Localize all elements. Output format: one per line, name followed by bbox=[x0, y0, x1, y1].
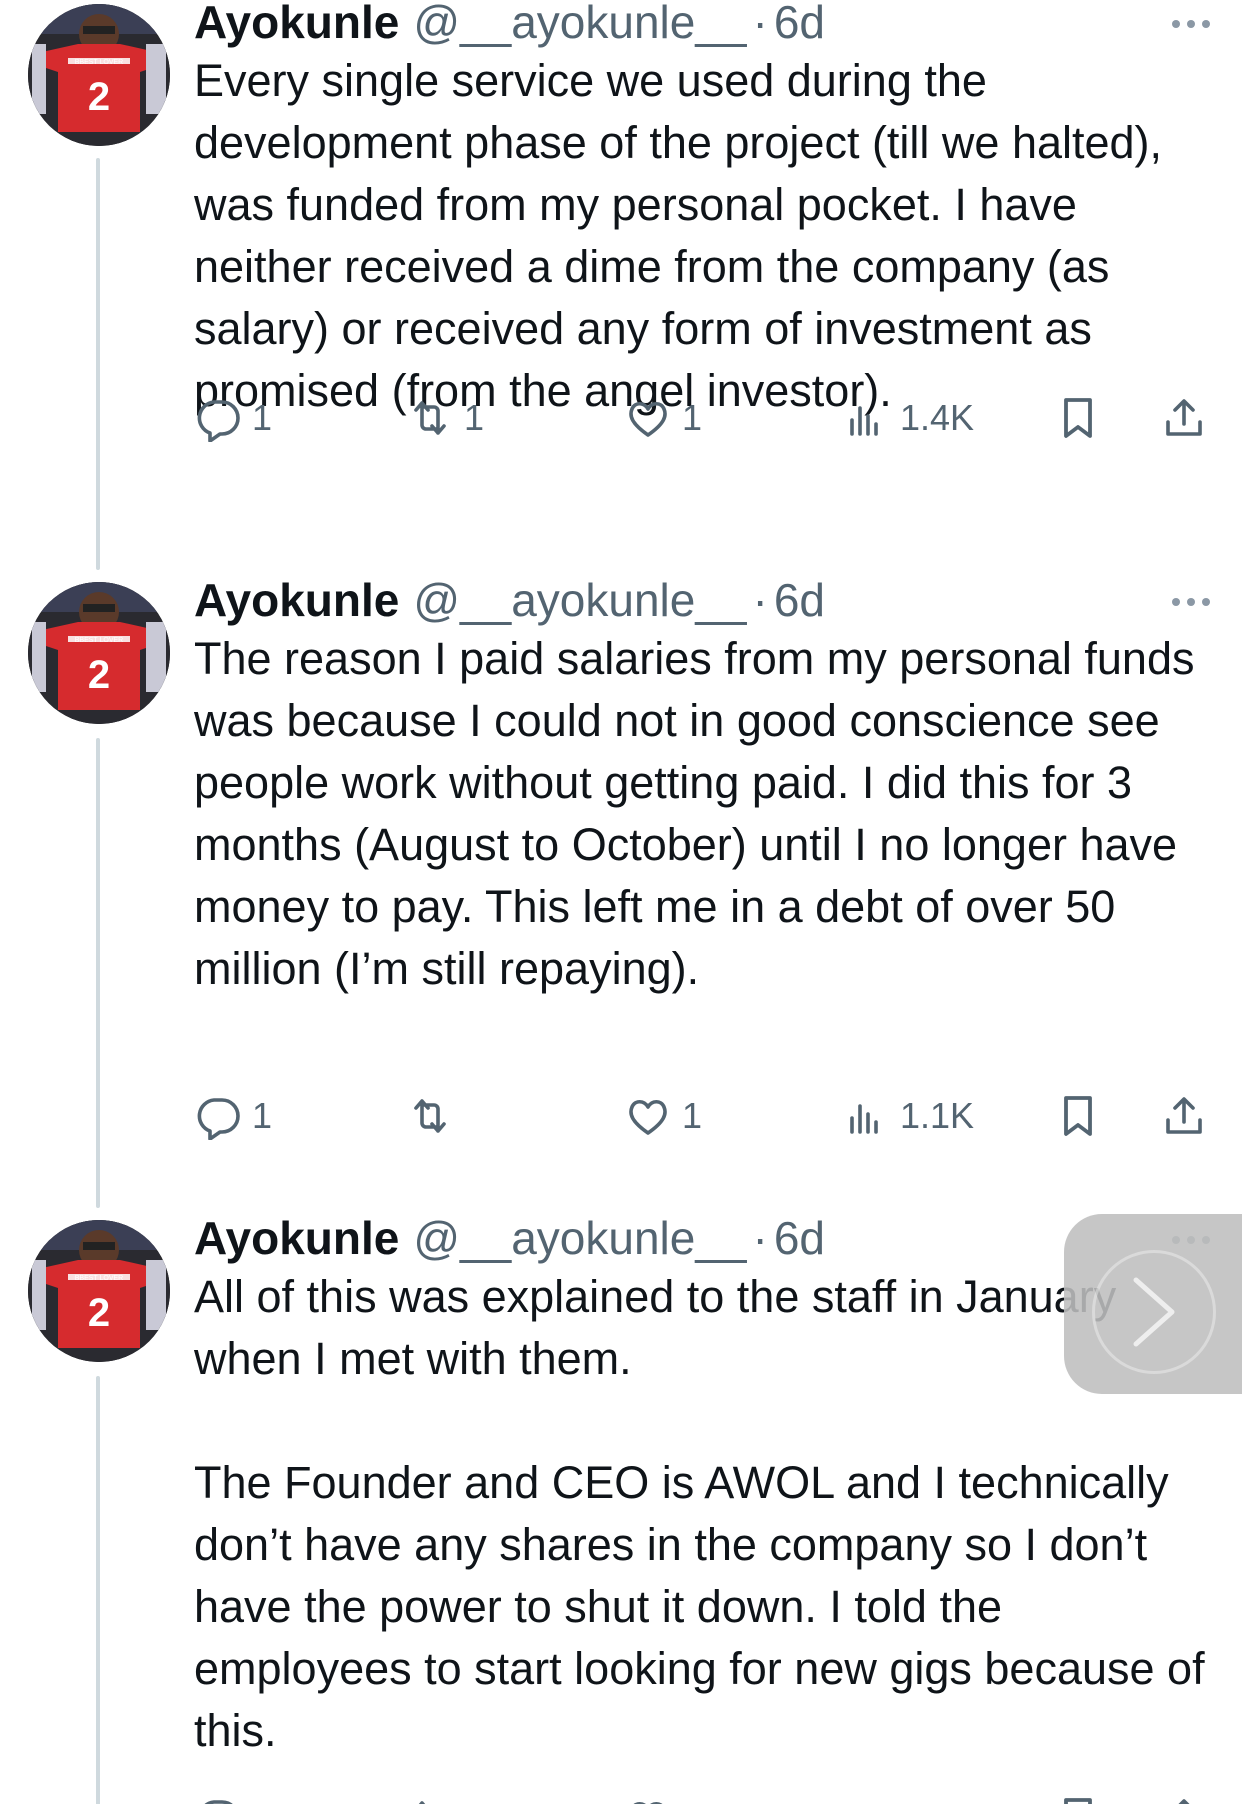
more-icon[interactable] bbox=[1172, 14, 1210, 34]
tweet-actions: 1 1 1 1.4K bbox=[194, 390, 1214, 446]
share-button[interactable] bbox=[1160, 1088, 1208, 1144]
like-count: 1 bbox=[682, 397, 703, 438]
reply-icon bbox=[204, 1800, 233, 1804]
tweet-actions bbox=[194, 1790, 1214, 1804]
views-button[interactable] bbox=[842, 1790, 890, 1804]
author-name[interactable]: Ayokunle bbox=[194, 572, 399, 628]
share-button[interactable] bbox=[1160, 390, 1208, 446]
thread-connector-line bbox=[96, 738, 100, 1208]
author-handle[interactable]: @__ayokunle__ bbox=[413, 1210, 746, 1266]
avatar[interactable]: BBEST LOVER 2 bbox=[28, 1220, 170, 1362]
reply-button[interactable] bbox=[194, 1790, 242, 1804]
views-icon bbox=[850, 406, 878, 436]
heart-icon bbox=[629, 1099, 667, 1135]
bookmark-icon bbox=[1064, 398, 1092, 438]
tweet-header: Ayokunle @__ayokunle__ · 6d bbox=[194, 572, 825, 628]
reply-icon bbox=[197, 1098, 240, 1140]
separator-dot: · bbox=[752, 1212, 768, 1264]
repost-icon bbox=[418, 1801, 426, 1804]
views-icon bbox=[850, 1104, 878, 1134]
repost-icon bbox=[414, 401, 446, 435]
views-button[interactable]: 1.4K bbox=[842, 390, 974, 446]
share-button[interactable] bbox=[1160, 1790, 1208, 1804]
author-name[interactable]: Ayokunle bbox=[194, 0, 399, 50]
separator-dot: · bbox=[752, 574, 768, 626]
more-dot bbox=[1187, 20, 1195, 28]
bookmark-button[interactable] bbox=[1054, 390, 1102, 446]
author-handle[interactable]: @__ayokunle__ bbox=[413, 0, 746, 50]
thread-connector-line bbox=[96, 158, 100, 570]
like-button[interactable]: 1 bbox=[624, 1088, 702, 1144]
more-dot bbox=[1172, 598, 1180, 606]
share-icon bbox=[1166, 399, 1202, 436]
avatar-shirt-number: 2 bbox=[88, 1291, 110, 1335]
tweet-text: All of this was explained to the staff i… bbox=[194, 1266, 1214, 1762]
tweet-paragraph: All of this was explained to the staff i… bbox=[194, 1271, 1117, 1384]
reply-button[interactable]: 1 bbox=[194, 1088, 272, 1144]
more-dot bbox=[1202, 598, 1210, 606]
views-button[interactable]: 1.1K bbox=[842, 1088, 974, 1144]
avatar-photo: BBEST LOVER 2 bbox=[28, 1220, 170, 1362]
avatar-shirt-number: 2 bbox=[88, 75, 110, 119]
thread-connector-line bbox=[96, 1376, 100, 1804]
share-icon bbox=[1178, 1799, 1190, 1804]
timestamp[interactable]: 6d bbox=[774, 1210, 825, 1266]
timestamp[interactable]: 6d bbox=[774, 0, 825, 50]
tweet-actions: 1 1 1.1K bbox=[194, 1088, 1214, 1144]
author-name[interactable]: Ayokunle bbox=[194, 1210, 399, 1266]
views-icon bbox=[842, 1794, 890, 1804]
reply-button[interactable]: 1 bbox=[194, 390, 272, 446]
more-dot bbox=[1202, 20, 1210, 28]
avatar[interactable]: BBEST LOVER 2 bbox=[28, 4, 170, 146]
bookmark-button[interactable] bbox=[1054, 1790, 1102, 1804]
bookmark-button[interactable] bbox=[1054, 1088, 1102, 1144]
tweet-paragraph: The reason I paid salaries from my perso… bbox=[194, 633, 1195, 994]
avatar-shirt-text: BBEST LOVER bbox=[75, 59, 124, 66]
like-count: 1 bbox=[682, 1095, 703, 1136]
tweet-header: Ayokunle @__ayokunle__ · 6d bbox=[194, 0, 825, 50]
tweet-text: The reason I paid salaries from my perso… bbox=[194, 628, 1214, 1000]
bookmark-icon bbox=[1064, 1096, 1092, 1136]
more-icon[interactable] bbox=[1172, 592, 1210, 612]
avatar-photo: BBEST LOVER 2 bbox=[28, 4, 170, 146]
views-count: 1.1K bbox=[900, 1095, 975, 1136]
avatar-shirt-text: BBEST LOVER bbox=[75, 637, 124, 644]
avatar-shirt-number: 2 bbox=[88, 653, 110, 697]
repost-button[interactable] bbox=[406, 1088, 454, 1144]
reply-icon bbox=[197, 400, 240, 442]
like-button[interactable] bbox=[624, 1790, 672, 1804]
heart-icon bbox=[629, 401, 667, 437]
floating-next-button[interactable] bbox=[1064, 1214, 1242, 1394]
share-icon bbox=[1166, 1097, 1202, 1134]
reply-count: 1 bbox=[252, 397, 273, 438]
repost-button[interactable]: 1 bbox=[406, 390, 484, 446]
tweet-text: Every single service we used during the … bbox=[194, 50, 1214, 422]
separator-dot: · bbox=[752, 0, 768, 48]
timestamp[interactable]: 6d bbox=[774, 572, 825, 628]
bookmark-icon bbox=[1064, 1798, 1092, 1804]
tweet-paragraph: The Founder and CEO is AWOL and I techni… bbox=[194, 1457, 1205, 1756]
more-dot bbox=[1187, 598, 1195, 606]
tweet-header: Ayokunle @__ayokunle__ · 6d bbox=[194, 1210, 825, 1266]
avatar-photo: BBEST LOVER 2 bbox=[28, 582, 170, 724]
avatar[interactable]: BBEST LOVER 2 bbox=[28, 582, 170, 724]
reply-count: 1 bbox=[252, 1095, 273, 1136]
repost-icon bbox=[414, 1099, 446, 1133]
tweet-paragraph: Every single service we used during the … bbox=[194, 55, 1163, 416]
like-button[interactable]: 1 bbox=[624, 390, 702, 446]
more-dot bbox=[1172, 20, 1180, 28]
avatar-shirt-text: BBEST LOVER bbox=[75, 1275, 124, 1282]
views-count: 1.4K bbox=[900, 397, 975, 438]
repost-count: 1 bbox=[464, 397, 485, 438]
repost-button[interactable] bbox=[406, 1790, 454, 1804]
heart-icon bbox=[633, 1801, 663, 1804]
author-handle[interactable]: @__ayokunle__ bbox=[413, 572, 746, 628]
chevron-right-icon bbox=[1133, 1277, 1175, 1347]
